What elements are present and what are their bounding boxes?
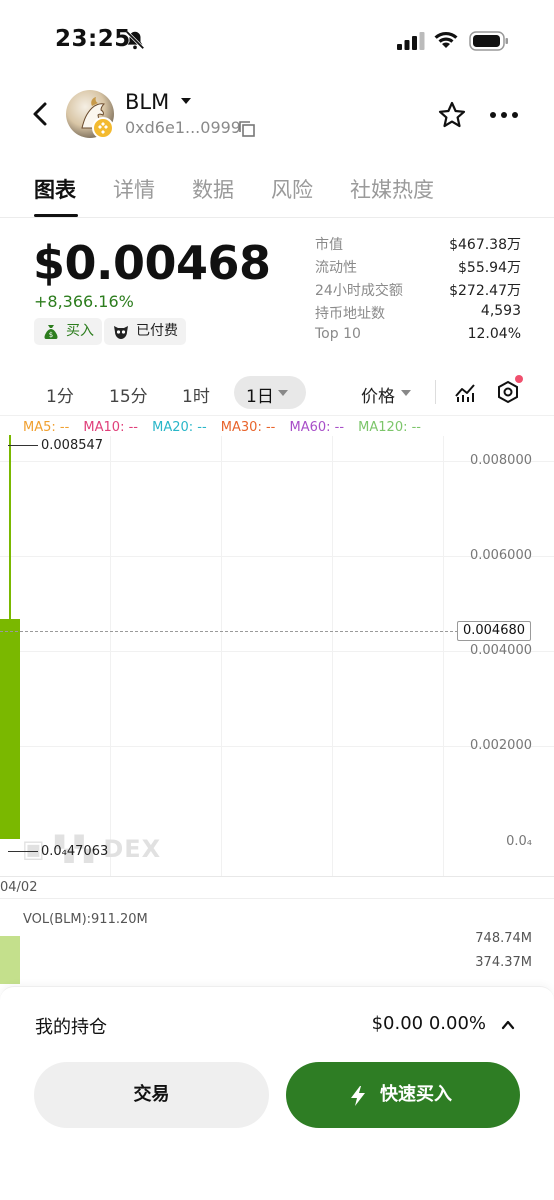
volume-bar (0, 936, 20, 984)
indicator-chart-icon[interactable] (453, 380, 477, 404)
current-price: $0.00468 (33, 236, 271, 290)
buy-tag-label: 买入 (66, 323, 94, 339)
stat-row-holders: 持币地址数 4,593 (315, 303, 521, 326)
stat-value: $55.94万 (458, 260, 521, 276)
favorite-star-icon[interactable] (437, 100, 467, 130)
battery-icon (469, 31, 508, 51)
svg-text:$: $ (49, 331, 53, 339)
stat-value: $272.47万 (449, 283, 521, 299)
timeframe-1h[interactable]: 1时 (182, 382, 210, 407)
lightning-icon (351, 1086, 365, 1106)
more-icon[interactable] (489, 110, 519, 120)
tab-risk[interactable]: 风险 (271, 174, 313, 204)
tab-details[interactable]: 详情 (113, 174, 155, 204)
tab-social[interactable]: 社媒热度 (350, 174, 434, 204)
ma20-label: MA20: -- (152, 420, 207, 435)
tab-underline (34, 214, 78, 217)
stat-row-liquidity: 流动性 $55.94万 (315, 257, 521, 280)
bell-muted-icon (125, 30, 145, 50)
wifi-icon (434, 32, 458, 48)
grid-line (110, 436, 111, 876)
tab-bar: 图表 详情 数据 风险 社媒热度 (0, 166, 554, 218)
stat-label: 流动性 (315, 260, 357, 276)
stat-label: 持币地址数 (315, 306, 385, 322)
token-stats: 市值 $467.38万 流动性 $55.94万 24小时成交额 $272.47万… (315, 234, 521, 349)
buy-tag[interactable]: $ 买入 (34, 318, 102, 345)
status-time: 23:25 (55, 26, 131, 52)
price-chart[interactable]: 0.008000 0.006000 0.004000 0.002000 0.0₄… (0, 435, 554, 876)
timeframe-15m[interactable]: 15分 (109, 382, 148, 407)
volume-axis-label: 374.37M (475, 955, 532, 970)
status-bar: 23:25 (0, 0, 554, 80)
quick-buy-button[interactable]: 快速买入 (286, 1062, 520, 1128)
timeframe-caret-icon (278, 390, 288, 396)
ma5-label: MA5: -- (23, 420, 70, 435)
y-axis-label: 0.004000 (469, 643, 532, 658)
y-axis-label: 0.0₄ (506, 834, 532, 849)
money-bag-icon: $ (44, 325, 58, 339)
chart-settings-icon[interactable] (496, 380, 520, 404)
stat-label: 24小时成交额 (315, 283, 403, 299)
stat-label: 市值 (315, 237, 343, 253)
price-change: +8,366.16% (34, 292, 134, 311)
ma60-label: MA60: -- (289, 420, 345, 435)
y-axis-label: 0.006000 (469, 548, 532, 563)
watermark-text: DEX (103, 835, 162, 863)
back-icon[interactable] (30, 100, 52, 128)
signal-icon (397, 32, 425, 50)
stat-value: 12.04% (467, 326, 521, 342)
ma-legend: MA5: -- MA10: -- MA20: -- MA30: -- MA60:… (23, 420, 431, 435)
paid-tag-label: 已付费 (136, 323, 178, 339)
owl-icon (114, 326, 128, 339)
stat-row-market-cap: 市值 $467.38万 (315, 234, 521, 257)
timeframe-1m[interactable]: 1分 (46, 382, 74, 407)
token-name[interactable]: BLM (125, 90, 169, 114)
chevron-up-icon[interactable] (499, 1016, 517, 1034)
ma10-label: MA10: -- (83, 420, 138, 435)
ma30-label: MA30: -- (220, 420, 276, 435)
grid-line (443, 436, 444, 876)
low-label: 0.0₄47063 (41, 844, 109, 859)
candle-body (0, 618, 20, 839)
token-address: 0xd6e1...0999 (125, 118, 241, 137)
y-axis-label: 0.002000 (469, 738, 532, 753)
current-price-line (0, 631, 458, 632)
stat-row-top10: Top 10 12.04% (315, 326, 521, 349)
token-switch-caret-icon[interactable] (181, 98, 191, 104)
stat-value: 4,593 (480, 303, 521, 319)
holding-value: $0.00 0.00% (371, 1013, 486, 1034)
notification-dot (515, 375, 523, 383)
chart-divider (0, 876, 554, 877)
stat-label: Top 10 (315, 326, 361, 342)
volume-axis-label: 748.74M (475, 931, 532, 946)
low-marker-line (8, 851, 38, 852)
ma120-label: MA120: -- (358, 420, 421, 435)
trade-button[interactable]: 交易 (34, 1062, 269, 1128)
price-type-select[interactable]: 价格 (361, 382, 395, 407)
high-marker-line (8, 445, 38, 446)
copy-icon[interactable] (238, 120, 256, 138)
toolbar-divider (435, 380, 436, 404)
volume-label: VOL(BLM):911.20M (23, 912, 148, 927)
grid-line (332, 436, 333, 876)
current-price-tag: 0.004680 (457, 621, 531, 641)
bnb-chain-icon (92, 117, 114, 139)
x-axis-date-label: 04/02 (0, 880, 38, 895)
price-type-caret-icon (401, 390, 411, 396)
tab-data[interactable]: 数据 (192, 174, 234, 204)
high-label: 0.008547 (41, 438, 104, 453)
timeframe-1d-label: 1日 (246, 387, 274, 407)
tab-chart[interactable]: 图表 (34, 174, 76, 204)
stat-row-volume-24h: 24小时成交额 $272.47万 (315, 280, 521, 303)
grid-line (221, 436, 222, 876)
holding-label: 我的持仓 (35, 1017, 107, 1038)
y-axis-label: 0.008000 (469, 453, 532, 468)
timeframe-bar: 1分 15分 1时 1日 价格 (0, 370, 554, 416)
paid-tag[interactable]: 已付费 (104, 318, 186, 345)
stat-value: $467.38万 (449, 237, 521, 253)
